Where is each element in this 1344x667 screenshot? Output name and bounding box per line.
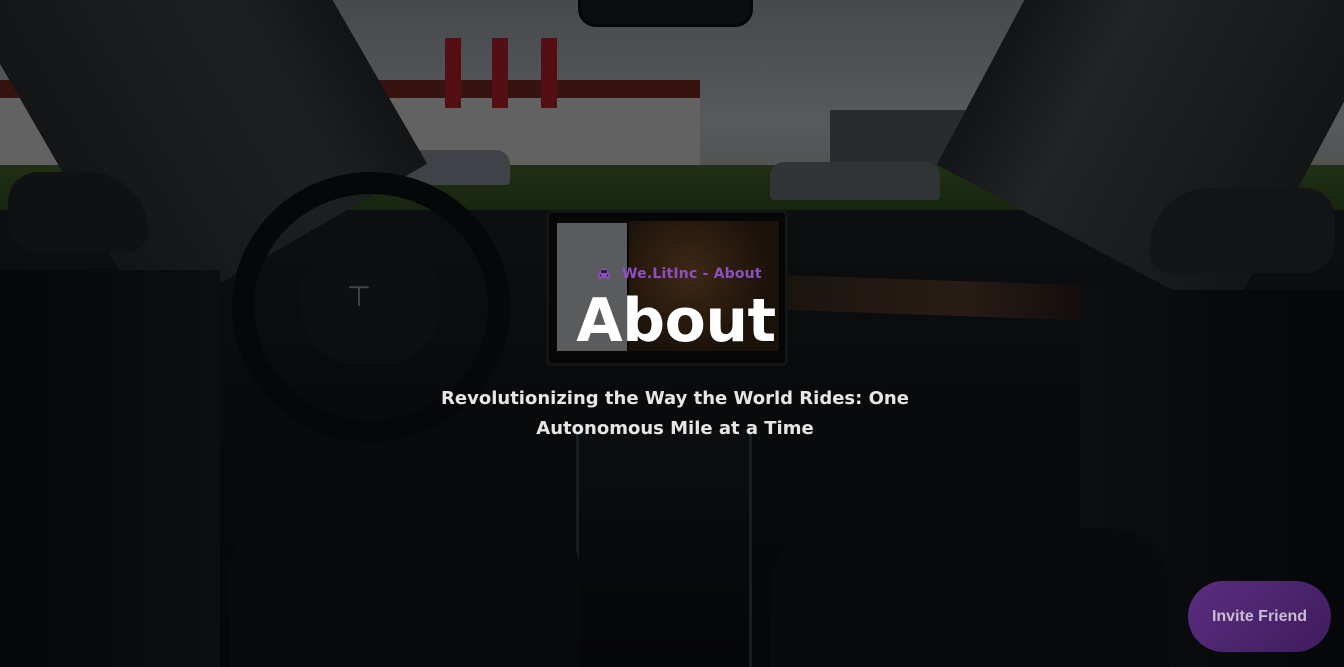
page-title: About xyxy=(576,286,776,356)
hero-subtitle: Revolutionizing the Way the World Rides:… xyxy=(441,388,909,439)
breadcrumb-text: We.LitInc - About xyxy=(622,266,762,282)
invite-friend-button[interactable]: Invite Friend xyxy=(1188,581,1331,652)
hero-section: ⊤ We.LitInc - About About Revolutionizin… xyxy=(0,0,1344,667)
car-icon xyxy=(596,266,612,282)
breadcrumb: We.LitInc - About xyxy=(596,266,762,282)
